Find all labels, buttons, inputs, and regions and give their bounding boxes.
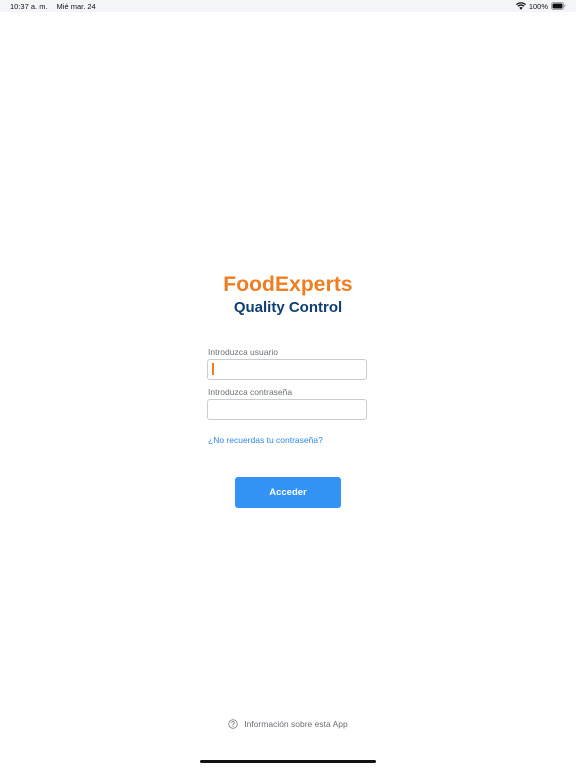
login-button[interactable]: Acceder bbox=[235, 477, 341, 508]
status-bar: 10:37 a. m. Mié mar. 24 100% bbox=[0, 0, 576, 12]
status-time: 10:37 a. m. bbox=[10, 2, 48, 11]
password-label: Introduzca contraseña bbox=[208, 387, 293, 397]
battery-icon bbox=[551, 2, 566, 10]
text-cursor bbox=[212, 363, 214, 375]
brand-subtitle: Quality Control bbox=[233, 299, 343, 316]
app-info-label: Información sobre esta App bbox=[244, 719, 348, 729]
app-info-link[interactable]: Información sobre esta App bbox=[0, 719, 576, 729]
battery-percentage: 100% bbox=[528, 1, 548, 11]
password-input[interactable] bbox=[207, 399, 367, 420]
forgot-password-link[interactable]: ¿No recuerdas tu contraseña? bbox=[208, 435, 323, 445]
status-left: 10:37 a. m. Mié mar. 24 bbox=[10, 2, 96, 11]
status-right: 100% bbox=[515, 1, 566, 11]
username-label: Introduzca usuario bbox=[208, 347, 278, 357]
username-input[interactable] bbox=[207, 359, 367, 380]
login-screen: 10:37 a. m. Mié mar. 24 100% FoodExperts… bbox=[0, 0, 576, 768]
wifi-icon bbox=[515, 2, 526, 10]
brand-logo-text: FoodExperts bbox=[223, 273, 353, 296]
info-circle-icon bbox=[228, 719, 238, 729]
home-indicator[interactable] bbox=[200, 760, 376, 763]
status-date: Mié mar. 24 bbox=[56, 2, 96, 11]
